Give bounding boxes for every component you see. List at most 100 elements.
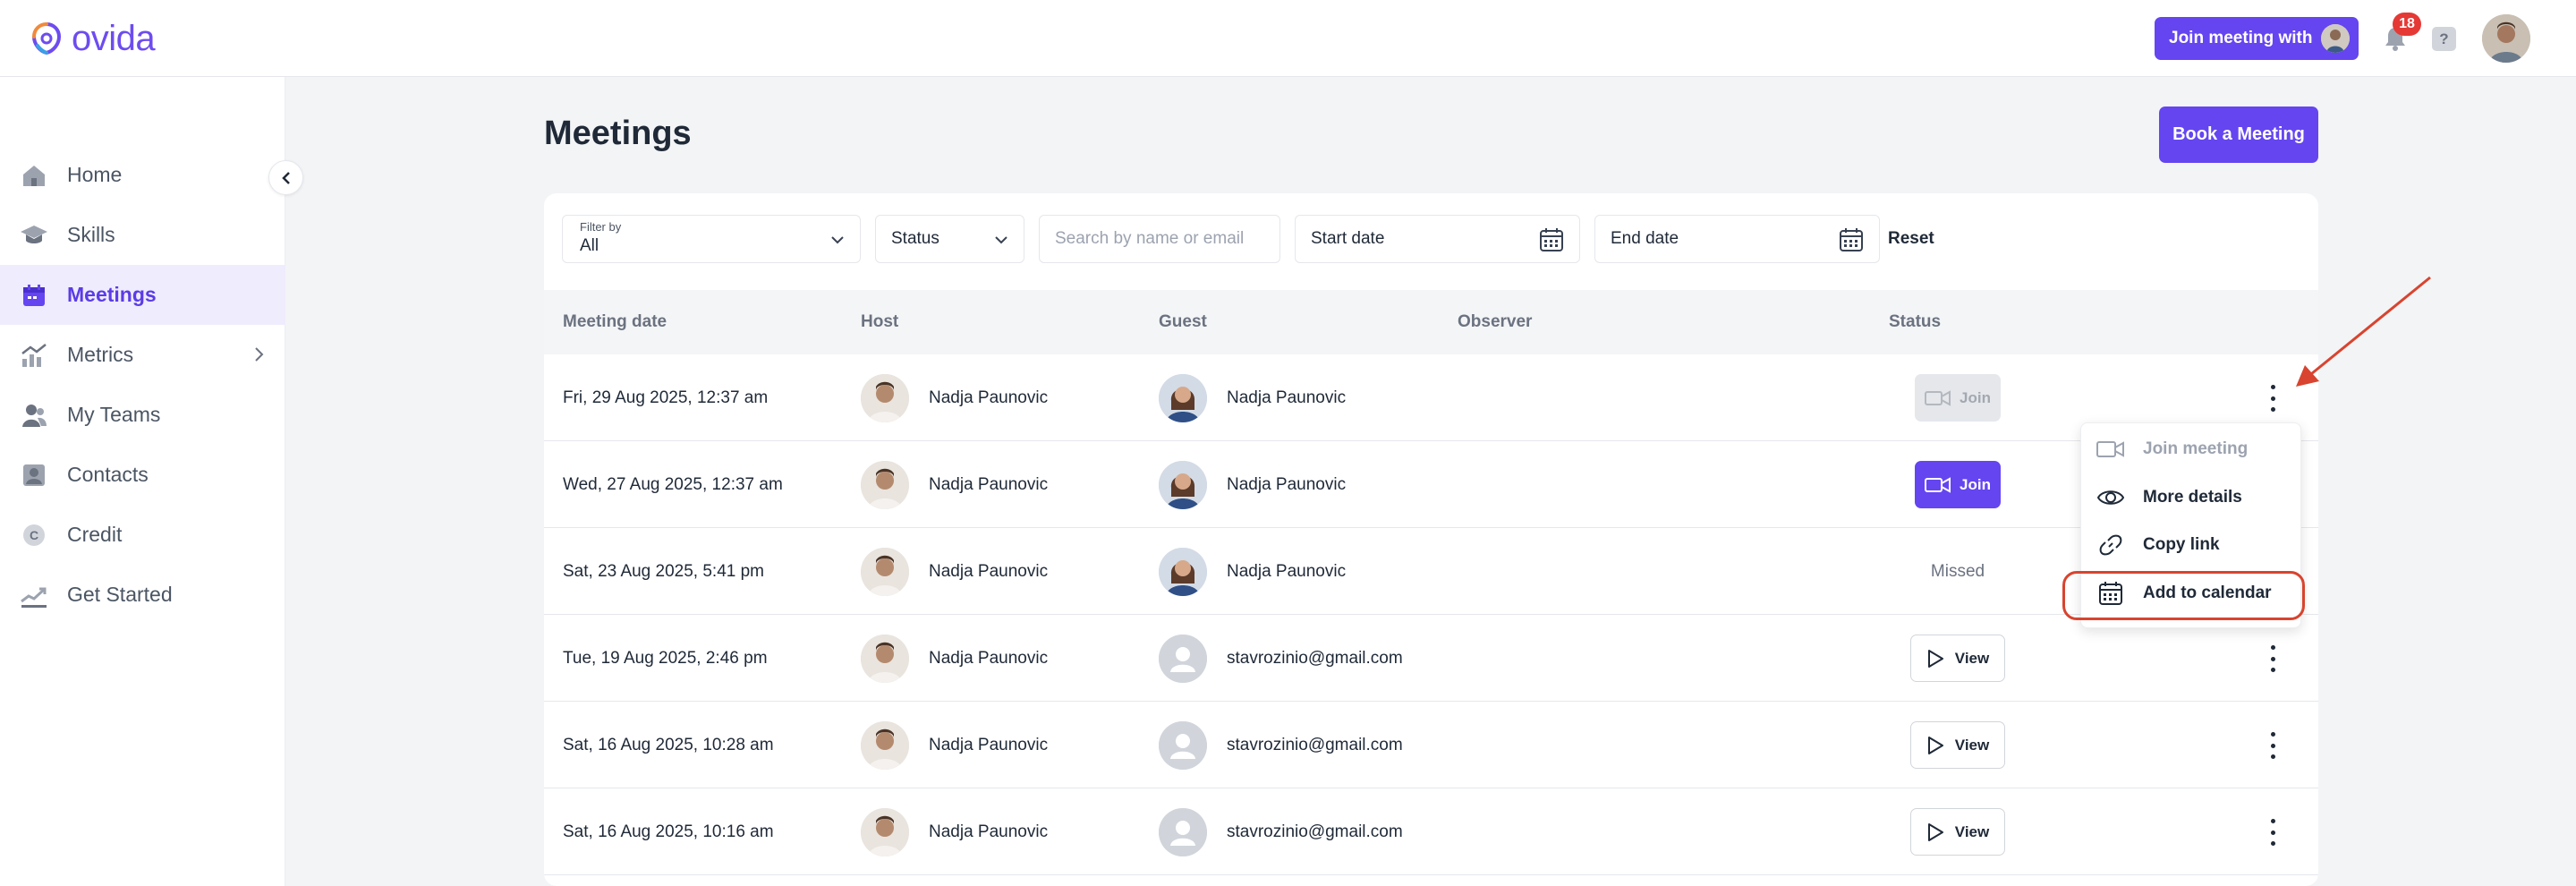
host-name: Nadja Paunovic [929,474,1049,494]
status-cell: Missed [1868,528,2047,615]
page-title: Meetings [544,115,692,152]
filter-bar: Filter by All Status Search by name or e… [562,215,2298,263]
host-name: Nadja Paunovic [929,561,1049,581]
video-camera-icon [1925,389,1951,406]
sidebar-item-get-started[interactable]: Get Started [0,565,285,625]
book-meeting-button[interactable]: Book a Meeting [2159,106,2318,163]
menu-item-label: Join meeting [2143,439,2249,458]
join-button-disabled[interactable]: Join [1915,374,2001,422]
menu-item-more-details[interactable]: More details [2081,474,2302,521]
row-actions-kebab-icon[interactable] [2267,819,2278,846]
menu-item-add-to-calendar[interactable]: Add to calendar [2081,570,2302,617]
view-recording-button[interactable]: View [1910,721,2005,769]
join-button-label: Join [1960,388,1991,406]
host-cell: Nadja Paunovic [861,615,1048,702]
menu-item-join-meeting[interactable]: Join meeting [2081,426,2302,473]
meeting-date: Fri, 29 Aug 2025, 12:37 am [563,388,769,407]
join-button[interactable]: Join [1915,461,2001,508]
host-cell: Nadja Paunovic [861,702,1048,788]
guest-avatar [1159,460,1207,509]
chevron-left-icon [281,171,290,184]
column-header-guest: Guest [1159,312,1207,331]
credit-coin-icon: C [20,521,48,549]
sidebar-item-meetings[interactable]: Meetings [0,265,285,325]
contacts-icon [20,461,48,490]
eye-icon [2096,483,2125,512]
view-recording-button[interactable]: View [1910,635,2005,682]
view-button-label: View [1954,649,1990,667]
start-date-label: Start date [1311,229,1385,248]
table-row: Sat, 16 Aug 2025, 10:16 am Nadja Paunovic… [544,788,2318,875]
end-date-picker[interactable]: End date [1594,215,1880,263]
guest-name: Nadja Paunovic [1227,388,1347,407]
join-with-avatar [2321,24,2350,53]
column-header-meeting-date: Meeting date [563,312,667,331]
help-icon[interactable]: ? [2432,27,2456,51]
calendar-icon [1540,228,1563,251]
link-icon [2096,531,2125,559]
view-recording-button[interactable]: View [1910,808,2005,856]
play-icon [1927,822,1943,841]
brand-logo[interactable]: ovida [27,16,156,61]
sidebar-item-label: Skills [67,223,115,246]
guest-avatar-placeholder-icon [1159,634,1207,683]
reset-filters-button[interactable]: Reset [1888,215,1934,263]
status-select[interactable]: Status [875,215,1024,263]
guest-avatar [1159,547,1207,596]
guest-cell: Nadja Paunovic [1159,441,1346,528]
end-date-label: End date [1611,229,1679,248]
join-meeting-with-label: Join meeting with [2169,29,2313,47]
collapse-sidebar-button[interactable] [268,160,303,195]
svg-text:C: C [30,528,38,542]
guest-cell: Nadja Paunovic [1159,528,1346,615]
guest-name: Nadja Paunovic [1227,561,1347,581]
sidebar-item-label: Meetings [67,283,157,306]
host-cell: Nadja Paunovic [861,788,1048,875]
user-avatar[interactable] [2482,14,2530,63]
video-camera-icon [2096,435,2125,464]
video-camera-icon [1925,476,1951,493]
join-button-label: Join [1960,475,1991,493]
filter-by-select[interactable]: Filter by All [562,215,861,263]
guest-avatar [1159,373,1207,422]
status-missed: Missed [1930,561,1985,581]
sidebar-item-my-teams[interactable]: My Teams [0,385,285,445]
join-meeting-with-button[interactable]: Join meeting with [2155,17,2359,60]
view-button-label: View [1954,736,1990,754]
column-header-status: Status [1889,312,1942,331]
status-cell: Join [1868,441,2047,528]
sidebar-item-contacts[interactable]: Contacts [0,445,285,505]
meeting-date: Wed, 27 Aug 2025, 12:37 am [563,474,783,494]
sidebar-item-skills[interactable]: Skills [0,205,285,265]
row-actions-kebab-icon[interactable] [2267,732,2278,759]
meetings-card: Filter by All Status Search by name or e… [544,193,2318,886]
meeting-date: Sat, 23 Aug 2025, 5:41 pm [563,561,765,581]
host-avatar [861,547,909,596]
sidebar-item-home[interactable]: Home [0,145,285,205]
table-row: Sat, 16 Aug 2025, 10:28 am Nadja Paunovic… [544,702,2318,788]
play-icon [1927,736,1943,754]
host-avatar [861,807,909,856]
table-row: Fri, 29 Aug 2025, 12:37 am Nadja Paunovic… [544,354,2318,441]
guest-name: stavrozinio@gmail.com [1227,735,1403,754]
chevron-down-icon [831,236,844,244]
sidebar-item-label: My Teams [67,403,161,426]
search-input[interactable]: Search by name or email [1039,215,1280,263]
sidebar-item-credit[interactable]: C Credit [0,505,285,565]
guest-cell: Nadja Paunovic [1159,354,1346,441]
status-cell: Join [1868,354,2047,441]
view-button-label: View [1954,822,1990,840]
meeting-date: Sat, 16 Aug 2025, 10:28 am [563,735,774,754]
menu-item-label: Copy link [2143,535,2220,554]
sidebar-item-label: Get Started [67,583,173,606]
host-cell: Nadja Paunovic [861,441,1048,528]
sidebar-item-metrics[interactable]: Metrics [0,325,285,385]
guest-name: Nadja Paunovic [1227,474,1347,494]
row-actions-kebab-icon[interactable] [2267,645,2278,672]
calendar-add-icon [2096,579,2125,608]
row-actions-kebab-icon[interactable] [2267,385,2278,412]
status-select-label: Status [891,229,939,248]
menu-item-copy-link[interactable]: Copy link [2081,522,2302,568]
start-date-picker[interactable]: Start date [1295,215,1580,263]
play-icon [1927,649,1943,668]
